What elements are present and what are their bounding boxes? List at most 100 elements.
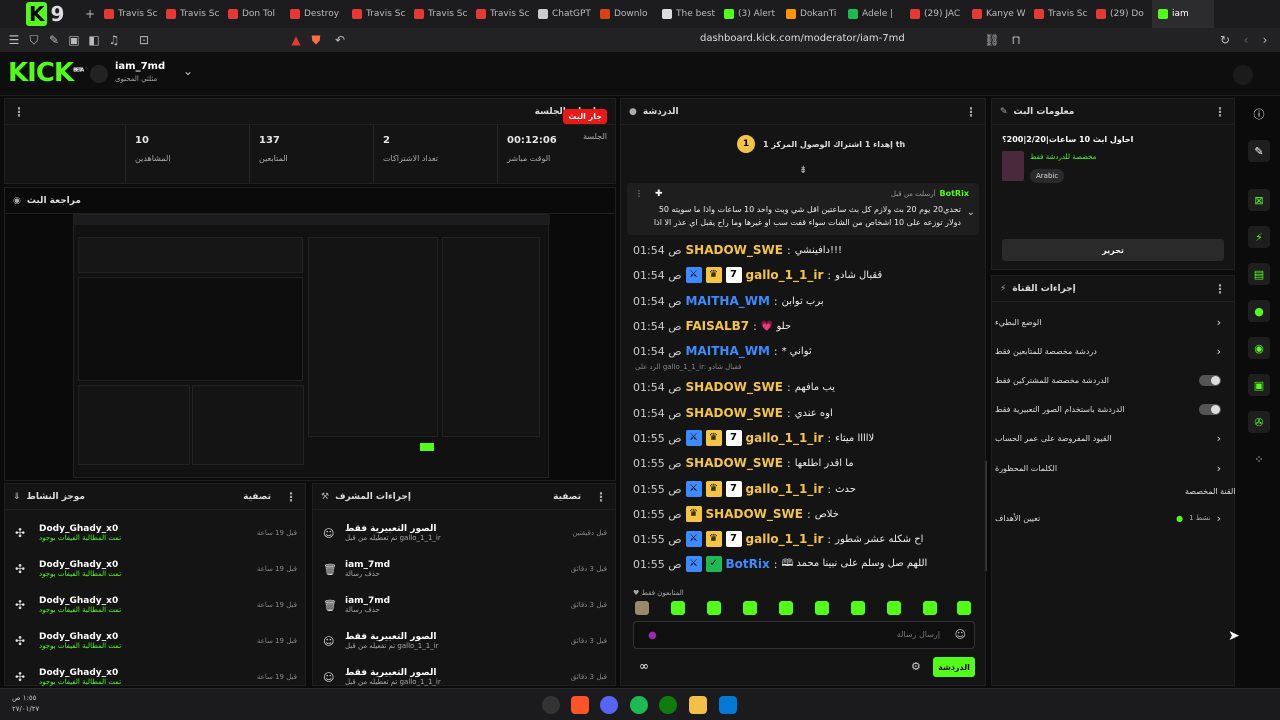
brush-icon[interactable]: ✎	[44, 33, 64, 47]
emoji-icon[interactable]: ☺	[955, 628, 966, 641]
chat-message[interactable]: 01:54 ص FAISALB7: حلو 💗	[633, 316, 791, 336]
emote-icon[interactable]	[957, 601, 971, 615]
message-username[interactable]: MAITHA_WM	[686, 294, 770, 308]
message-username[interactable]: MAITHA_WM	[686, 344, 770, 358]
category-name[interactable]: مخصصة للدردشة فقط	[1030, 153, 1096, 161]
spotify-icon[interactable]	[630, 696, 648, 714]
more-options-icon[interactable]: ⋮	[285, 490, 297, 504]
reply-context[interactable]: الرد على gallo_1_1_ir: ققبال شادو	[635, 363, 741, 371]
browser-tab[interactable]: (29) JAC	[904, 0, 966, 28]
chat-message[interactable]: 01:55 ص ⚔ ✓ BotRix: اللهم صل وسلم على نبينا …	[633, 554, 927, 574]
more-options-icon[interactable]: ⋮	[13, 105, 25, 119]
browser-tab[interactable]: Downlo	[594, 0, 656, 28]
chat-message[interactable]: 01:54 ص SHADOW_SWE: !!!دافينشي	[633, 240, 842, 260]
music-icon[interactable]: ♫	[104, 33, 124, 47]
apps-icon[interactable]: ⁘	[1248, 448, 1270, 470]
sidebar-icon[interactable]: ◧	[84, 33, 104, 47]
browser-tab[interactable]: Kanye W	[966, 0, 1028, 28]
browser-tab[interactable]: DokanTi	[780, 0, 842, 28]
browser-tab[interactable]: (3) Alert	[718, 0, 780, 28]
list-item[interactable]: ☺ الصور التعبيرية فقط تم تفعيله من قبل gal…	[323, 624, 613, 658]
brave-shield-icon[interactable]: ⛊	[306, 33, 326, 48]
xbox-icon[interactable]	[659, 696, 677, 714]
more-options-icon[interactable]: ⋮	[1214, 282, 1226, 296]
back-icon[interactable]: ‹	[1236, 33, 1256, 47]
emote-icon[interactable]	[671, 601, 685, 615]
broadcast-icon[interactable]: ◉	[1248, 337, 1270, 359]
scrollbar[interactable]	[985, 461, 987, 571]
discord-icon[interactable]	[600, 696, 618, 714]
chat-message[interactable]: 01:55 ص SHADOW_SWE: ما اقدر اطلعها	[633, 453, 854, 473]
chat-message[interactable]: 01:55 ص ♛ SHADOW_SWE: خلاص	[633, 504, 839, 524]
chat-message[interactable]: 01:55 ص ⚔ ♛ 7 gallo_1_1_ir: اح شكله عشر شطور	[633, 529, 923, 549]
goals-row[interactable]: تعيين الأهداف ● نشط 1 ›	[995, 508, 1227, 528]
browser-tab[interactable]: Don Tol	[222, 0, 284, 28]
mic-icon[interactable]: ●	[648, 630, 657, 641]
scroll-down-icon[interactable]: ⇟	[799, 165, 807, 176]
message-username[interactable]: SHADOW_SWE	[706, 507, 803, 521]
emote-icon[interactable]	[743, 601, 757, 615]
chat-message[interactable]: 01:54 ص MAITHA_WM: برب توابن	[633, 291, 824, 311]
brave-icon[interactable]	[571, 696, 589, 714]
list-item[interactable]: ✣ Dody_Ghady_x0 تمت المطالبة الفيفات بوجود…	[15, 552, 303, 586]
emote-icon[interactable]	[851, 601, 865, 615]
list-item[interactable]: ✣ Dody_Ghady_x0 تمت المطالبة الفيفات بوجود…	[15, 516, 303, 550]
message-username[interactable]: SHADOW_SWE	[686, 406, 783, 420]
browser-tab[interactable]: Travis Sc	[160, 0, 222, 28]
windows-icon[interactable]	[719, 696, 737, 714]
tabs-icon[interactable]: ▣	[64, 33, 84, 47]
list-icon[interactable]: ▤	[1248, 263, 1270, 285]
toggle-switch[interactable]	[1199, 374, 1221, 386]
channel-action-row[interactable]: الدردشة باستخدام الصور التعبيرية فقط	[995, 399, 1227, 419]
message-username[interactable]: FAISALB7	[686, 319, 750, 333]
channel-action-row[interactable]: دردشة مخصصة للمتابعين فقط ›	[995, 341, 1227, 361]
obs-icon[interactable]	[542, 696, 560, 714]
emote-icon[interactable]	[779, 601, 793, 615]
reload-icon[interactable]: ↻	[1215, 33, 1235, 47]
channel-action-row[interactable]: الكلمات المحظورة ›	[995, 458, 1227, 478]
chat-message[interactable]: 01:55 ص ⚔ ♛ 7 gallo_1_1_ir: لااااا ميتاء	[633, 428, 874, 448]
browser-tab[interactable]: Travis Sc	[470, 0, 532, 28]
shield-icon[interactable]: ⛉	[24, 33, 44, 48]
more-options-icon[interactable]: ⋮	[965, 105, 977, 119]
list-item[interactable]: 🗑 iam_7md حذف رسالة قبل 3 دقائق	[323, 552, 613, 586]
edit-stream-button[interactable]: تحرير	[1002, 239, 1224, 261]
filter-button[interactable]: تصفية	[553, 492, 581, 502]
message-username[interactable]: SHADOW_SWE	[686, 380, 783, 394]
chat-bubble-icon[interactable]: ●	[1248, 300, 1270, 322]
forward-icon[interactable]: ›	[1255, 33, 1275, 47]
avatar[interactable]	[90, 65, 108, 83]
chevron-down-icon[interactable]: ⌄	[967, 207, 975, 218]
message-username[interactable]: SHADOW_SWE	[686, 456, 783, 470]
chat-message[interactable]: 01:55 ص ⚔ ♛ 7 gallo_1_1_ir: حدث	[633, 479, 856, 499]
kick-logo[interactable]: KICKBETA	[8, 58, 84, 88]
chat-message[interactable]: 01:54 ص SHADOW_SWE: اوه عندي	[633, 403, 833, 423]
address-bar[interactable]: dashboard.kick.com/moderator/iam-7md	[700, 33, 905, 44]
link-icon[interactable]: ⛓	[982, 33, 1002, 47]
archive-icon[interactable]: ▣	[1248, 374, 1270, 396]
channel-action-row[interactable]: القيود المفروضة على عمر الحساب ›	[995, 428, 1227, 448]
chat-message[interactable]: 01:54 ص ⚔ ♛ 7 gallo_1_1_ir: ققبال شادو	[633, 265, 882, 285]
pin-icon[interactable]: ✚	[655, 189, 663, 199]
message-username[interactable]: gallo_1_1_ir	[746, 482, 824, 496]
list-item[interactable]: ✣ Dody_Ghady_x0 تمت المطالبة الفيفات بوجود…	[15, 588, 303, 622]
chat-input[interactable]: ● إرسال رسالة ☺	[633, 621, 975, 649]
message-username[interactable]: BotRix	[726, 557, 770, 571]
username[interactable]: iam_7md	[115, 61, 165, 72]
list-item[interactable]: 🗑 iam_7md حذف رسالة قبل 3 دقائق	[323, 588, 613, 622]
browser-tab[interactable]: Travis Sc	[98, 0, 160, 28]
more-options-icon[interactable]: ⋮	[595, 490, 607, 504]
emote-icon[interactable]	[923, 601, 937, 615]
toggle-switch[interactable]	[1199, 403, 1221, 415]
emote-icon[interactable]	[815, 601, 829, 615]
message-username[interactable]: gallo_1_1_ir	[746, 431, 824, 445]
wrench-icon[interactable]: ✇	[1248, 411, 1270, 433]
screenshot-icon[interactable]: ⊡	[134, 33, 154, 47]
stream-video[interactable]	[73, 214, 550, 478]
browser-tab[interactable]: iam	[1152, 0, 1214, 28]
browser-tab[interactable]: The best	[656, 0, 718, 28]
menu-icon[interactable]: ☰	[4, 33, 24, 47]
emote-icon[interactable]	[887, 601, 901, 615]
info-icon[interactable]: ⓘ	[1248, 103, 1270, 125]
list-item[interactable]: ☺ الصور التعبيرية فقط تم تعطيله من قبل gal…	[323, 516, 613, 550]
